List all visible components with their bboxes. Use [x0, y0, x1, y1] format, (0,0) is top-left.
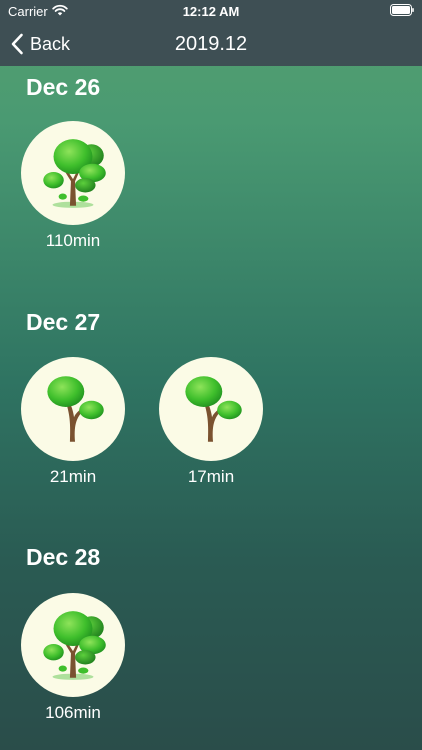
day-title: Dec 28 [26, 544, 101, 570]
day-title: Dec 27 [26, 309, 101, 335]
session-duration: 17min [187, 467, 235, 486]
tree-badge [159, 357, 263, 461]
session-card[interactable]: 110min [18, 121, 128, 251]
tree-badge [21, 121, 125, 225]
session-duration: 21min [49, 467, 97, 486]
big-tree-icon [32, 132, 114, 214]
navigation-bar: Back 2019.12 [0, 22, 422, 66]
day-title: Dec 26 [26, 74, 101, 100]
battery-icon [390, 4, 414, 16]
small-tree-icon [170, 368, 252, 450]
tree-badge [21, 357, 125, 461]
big-tree-icon [32, 604, 114, 686]
page-title: 2019.12 [174, 33, 248, 55]
tree-badge [21, 593, 125, 697]
screen: Carrier 12:12 AM Back 2019.12 Dec 26 110… [0, 0, 422, 750]
session-duration: 106min [45, 703, 101, 722]
day-section-dec-27: Dec 27 21min 17min [0, 303, 422, 493]
status-bar: Carrier 12:12 AM [0, 0, 422, 22]
day-section-dec-26: Dec 26 110min [0, 66, 422, 256]
session-card[interactable]: 21min [18, 357, 128, 487]
session-card[interactable]: 106min [18, 593, 128, 723]
session-duration: 110min [45, 231, 101, 250]
day-section-dec-28: Dec 28 106min [0, 540, 422, 740]
status-time: 12:12 AM [182, 4, 240, 19]
session-card[interactable]: 17min [156, 357, 266, 487]
small-tree-icon [32, 368, 114, 450]
